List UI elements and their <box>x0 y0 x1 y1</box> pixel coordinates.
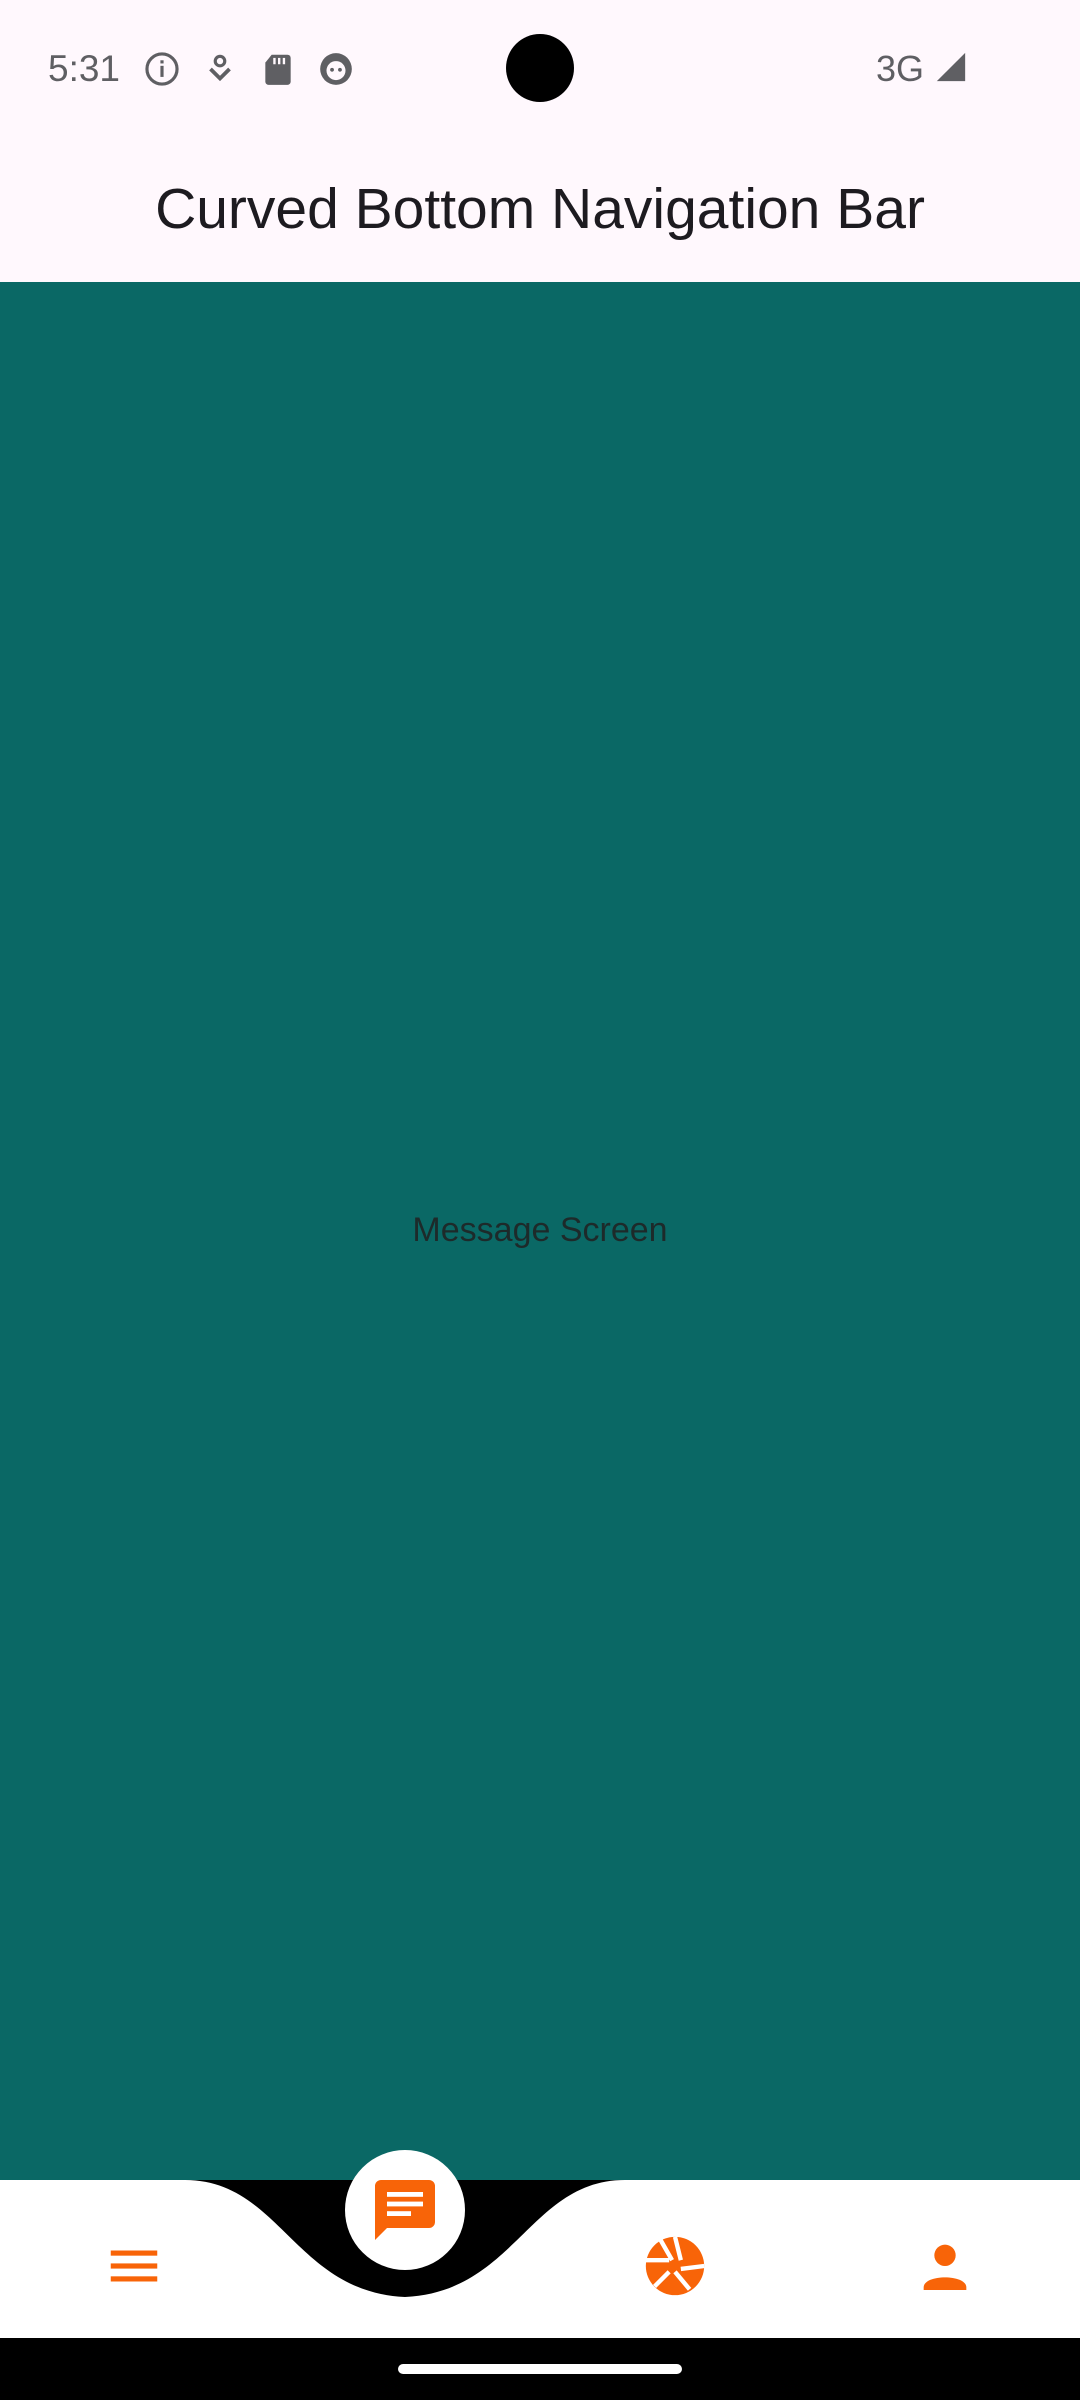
download-icon <box>209 54 231 82</box>
screen-label: Message Screen <box>412 1211 668 1249</box>
camera-aperture-icon <box>645 2236 705 2296</box>
status-time: 5:31 <box>48 48 121 89</box>
page-title: Curved Bottom Navigation Bar <box>155 177 925 241</box>
network-type: 3G <box>876 48 925 89</box>
sd-card-icon <box>265 54 291 85</box>
content-area: Message Screen <box>0 282 1080 2180</box>
camera-cutout <box>506 34 574 102</box>
status-bar: 5:31 3G <box>0 0 1080 134</box>
android-debug-icon <box>320 53 352 85</box>
info-icon <box>145 52 179 86</box>
home-gesture-handle[interactable] <box>398 2364 682 2374</box>
curved-bottom-nav <box>0 2142 1080 2338</box>
menu-icon <box>110 2250 158 2282</box>
nav-camera-button[interactable] <box>620 2211 730 2321</box>
nav-menu-button[interactable] <box>79 2211 189 2321</box>
nav-message-button[interactable] <box>345 2150 465 2270</box>
person-icon <box>923 2244 967 2290</box>
nav-profile-button[interactable] <box>890 2211 1000 2321</box>
message-icon <box>375 2180 435 2240</box>
app-bar: Curved Bottom Navigation Bar <box>0 134 1080 282</box>
signal-icon <box>936 52 966 82</box>
gesture-bar <box>0 2338 1080 2400</box>
